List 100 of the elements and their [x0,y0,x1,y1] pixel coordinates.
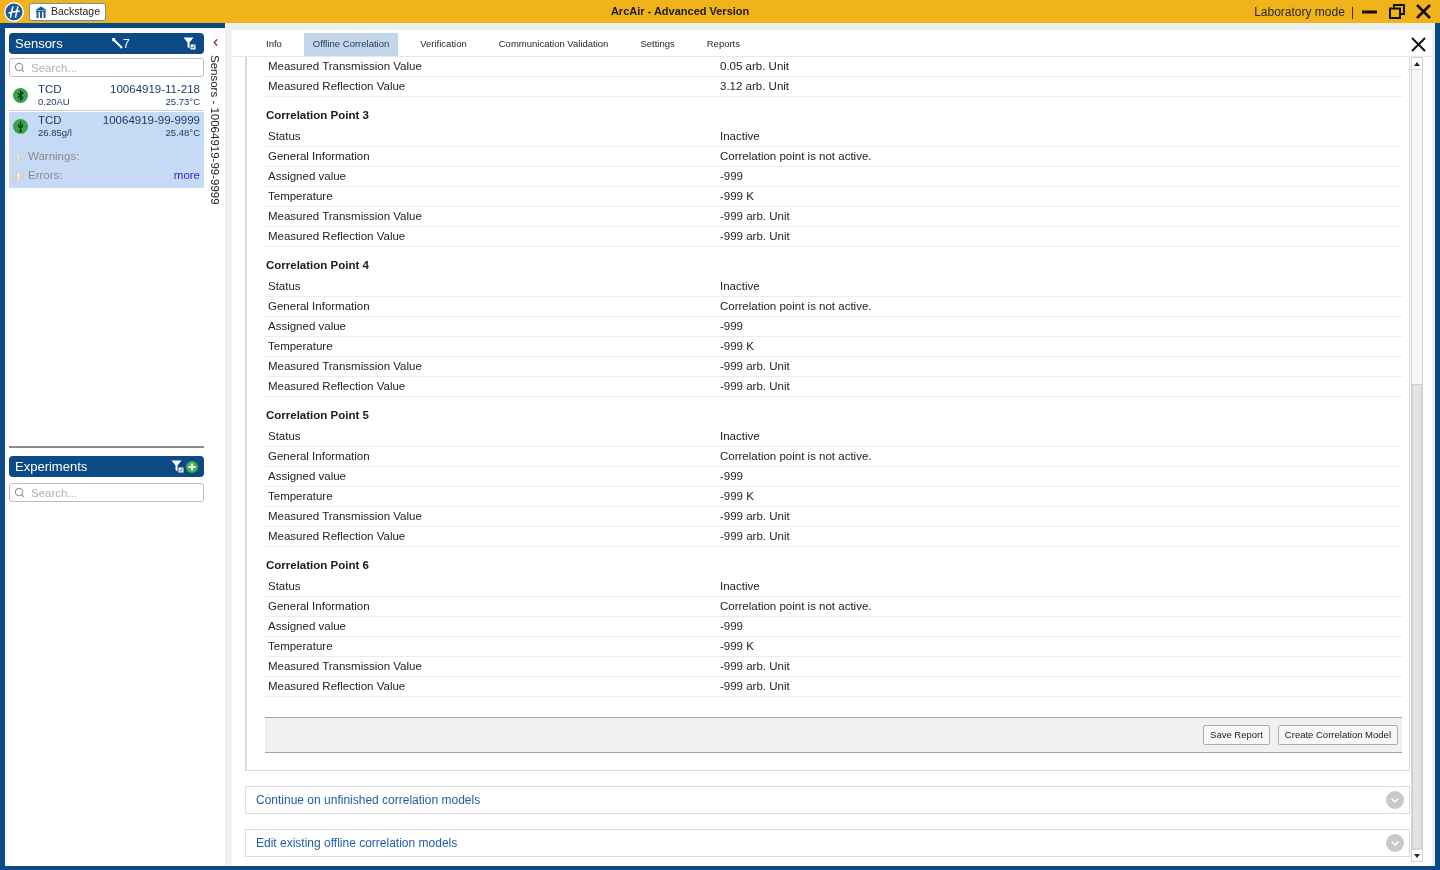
sensor-temperature: 25.48°C [165,127,200,139]
toolbar-button[interactable]: Create Correlation Model [1277,725,1398,745]
row-value: Inactive [720,278,760,294]
tab[interactable]: Communication Validation [488,33,619,56]
row-value: -999 arb. Unit [720,228,790,244]
scrollbar-thumb[interactable] [1412,384,1422,849]
row-label: Assigned value [267,318,347,334]
up-arrow-icon[interactable] [1414,61,1420,66]
warnings-label: Warnings: [28,148,80,164]
scrollbar[interactable] [1411,57,1423,862]
sensor-serial: 10064919-99-9999 [102,114,200,127]
row-label: General Information [267,148,371,164]
minimize-icon [1362,9,1377,14]
row-label: General Information [267,598,371,614]
close-icon [1416,4,1431,19]
row-value: -999 arb. Unit [720,658,790,674]
row-label: Status [267,128,302,144]
row-value: Inactive [720,578,760,594]
sensor-name: TCD [38,83,63,96]
search-field[interactable]: Search... [9,483,204,502]
sensor-reading: 0.20AU [38,96,70,108]
row-value: Correlation point is not active. [720,148,872,164]
error-icon [13,170,24,182]
row-value: Correlation point is not active. [720,598,872,614]
row-value: -999 K [720,488,754,504]
restore-icon [1389,4,1405,19]
row-value: 0.05 arb. Unit [720,58,790,74]
row-label: Measured Reflection Value [267,228,407,244]
row-value: -999 arb. Unit [720,358,790,374]
down-arrow-icon[interactable] [1414,853,1420,858]
bluetooth-icon [13,88,28,103]
row-value: Correlation point is not active. [720,448,872,464]
accordion-header[interactable]: Continue on unfinished correlation models [245,786,1410,814]
search-field[interactable]: Search... [9,58,204,77]
group-title: Correlation Point 6 [266,557,369,573]
minimize-button[interactable] [1362,9,1377,14]
row-label: Measured Reflection Value [267,78,407,94]
tab[interactable]: Offline Correlation [303,33,399,56]
sensor-list-item[interactable]: TCD 26.85g/l 10064919-99-9999 25.48°C Warnings: Errors: more [9,112,204,188]
row-label: Temperature [267,638,334,654]
row-label: Assigned value [267,618,347,634]
close-icon [1411,37,1426,52]
row-value: Correlation point is not active. [720,298,872,314]
row-label: Measured Reflection Value [267,678,407,694]
sensor-list-item[interactable]: TCD 0.20AU 10064919-11-218 25.73°C [9,82,204,111]
errors-label: Errors: [28,168,63,184]
accordion-header[interactable]: Edit existing offline correlation models [245,829,1410,857]
group-title: Correlation Point 5 [266,407,369,423]
filter-icon[interactable] [171,460,184,473]
sensor-name: TCD [38,114,63,127]
row-label: Measured Transmission Value [267,358,423,374]
mode-separator: | [1350,3,1354,21]
sensors-title: Sensors [15,34,64,53]
row-value: -999 arb. Unit [720,378,790,394]
row-label: Measured Transmission Value [267,58,423,74]
search-icon [14,62,25,73]
filter-icon[interactable] [183,37,196,50]
mode-label: Laboratory mode [1254,3,1345,21]
sensor-serial: 10064919-11-218 [110,83,200,96]
close-window-button[interactable] [1416,4,1431,19]
group-title: Correlation Point 4 [266,257,369,273]
row-label: General Information [267,448,371,464]
row-label: General Information [267,298,371,314]
sensor-reading: 26.85g/l [38,127,72,139]
row-label: Temperature [267,188,334,204]
row-value: -999 K [720,638,754,654]
tab[interactable]: Info [256,33,292,56]
row-label: Measured Reflection Value [267,528,407,544]
row-label: Temperature [267,338,334,354]
logo-icon [4,1,24,22]
row-label: Assigned value [267,168,347,184]
warning-icon [13,151,24,162]
window-title: ArcAir - Advanced Version [610,4,750,20]
row-value: -999 [720,468,744,484]
wrench-icon [112,38,123,49]
row-label: Measured Reflection Value [267,378,407,394]
row-label: Temperature [267,488,334,504]
backstage-button[interactable]: Backstage [29,2,107,21]
toolbar-button[interactable]: Save Report [1203,725,1270,745]
tab[interactable]: Reports [696,33,750,56]
building-icon [35,5,47,18]
tab[interactable]: Settings [630,33,685,56]
search-icon [14,487,25,498]
row-value: -999 [720,168,744,184]
row-value: 3.12 arb. Unit [720,78,790,94]
row-label: Status [267,278,302,294]
restore-button[interactable] [1389,4,1405,19]
row-value: -999 arb. Unit [720,508,790,524]
more-link[interactable]: more [173,167,200,185]
row-label: Measured Transmission Value [267,658,423,674]
add-icon[interactable] [186,460,198,473]
tab[interactable]: Verification [410,33,477,56]
row-value: Inactive [720,128,760,144]
sensor-temperature: 25.73°C [165,96,200,108]
row-value: -999 [720,618,744,634]
row-label: Measured Transmission Value [267,508,423,524]
row-value: Inactive [720,428,760,444]
experiments-title: Experiments [15,457,88,476]
close-button[interactable] [1411,37,1426,52]
usb-icon [13,119,28,134]
